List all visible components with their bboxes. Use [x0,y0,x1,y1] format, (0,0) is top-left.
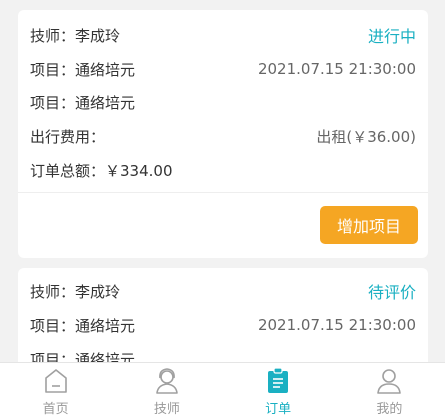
order-total-row: 订单总额：￥334.00 [30,159,416,181]
order-total: 订单总额：￥334.00 [30,161,173,180]
tab-profile[interactable]: 我的 [334,363,445,418]
tab-orders[interactable]: 订单 [223,363,334,418]
tab-label: 技师 [153,402,180,417]
bottom-tab-bar: 首页 技师 订单 我的 [0,362,445,418]
order-card[interactable]: 技师：李成玲 进行中 项目：通络培元 2021.07.15 21:30:00 项… [18,10,428,258]
travel-fee-label: 出行费用： [30,127,106,146]
technician-name: 技师：李成玲 [30,282,121,301]
tab-label: 首页 [42,402,69,417]
technician-name: 技师：李成玲 [30,26,121,45]
project-name: 项目：通络培元 [30,93,136,112]
order-card[interactable]: 技师：李成玲 待评价 项目：通络培元 2021.07.15 21:30:00 项… [18,268,428,362]
tab-home[interactable]: 首页 [0,363,111,418]
order-status: 待评价 [367,283,416,302]
technician-icon [156,368,178,394]
project-row: 项目：通络培元 [30,348,416,363]
profile-icon [377,369,402,394]
technician-row: 技师：李成玲 进行中 [30,24,416,47]
home-icon [44,369,67,393]
travel-fee-value: 出租(￥36.00) [316,127,416,146]
project-name: 项目：通络培元 [30,60,136,79]
order-datetime: 2021.07.15 21:30:00 [257,60,416,78]
project-row: 项目：通络培元 2021.07.15 21:30:00 [30,314,416,336]
project-row: 项目：通络培元 [30,91,416,113]
divider [18,192,428,193]
project-name: 项目：通络培元 [30,350,136,363]
technician-row: 技师：李成玲 待评价 [30,280,416,303]
tab-label: 我的 [376,402,403,417]
order-status: 进行中 [367,27,416,46]
order-datetime: 2021.07.15 21:30:00 [257,316,416,334]
add-project-button[interactable]: 增加项目 [320,206,418,244]
order-list[interactable]: 技师：李成玲 进行中 项目：通络培元 2021.07.15 21:30:00 项… [0,0,445,362]
tab-label: 订单 [265,402,292,417]
project-row: 项目：通络培元 2021.07.15 21:30:00 [30,58,416,80]
tab-technician[interactable]: 技师 [111,363,222,418]
clipboard-icon [268,367,289,393]
project-name: 项目：通络培元 [30,316,136,335]
travel-fee-row: 出行费用： 出租(￥36.00) [30,125,416,147]
